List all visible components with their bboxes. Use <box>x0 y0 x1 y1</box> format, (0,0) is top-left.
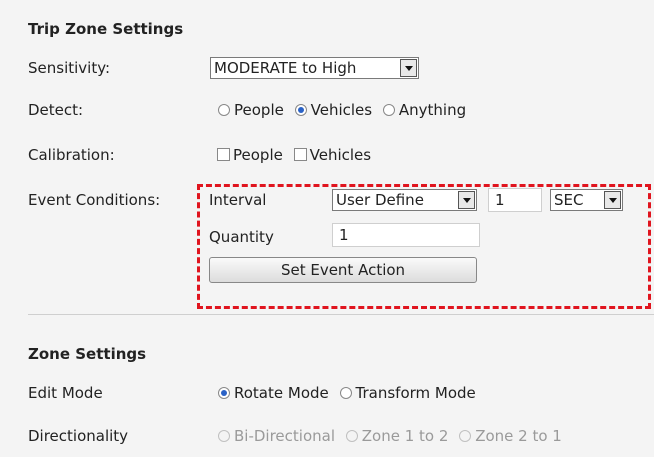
checkbox-icon[interactable] <box>217 148 230 161</box>
interval-value-input[interactable]: 1 <box>488 188 542 212</box>
directionality-option-bi: Bi-Directional <box>218 427 335 445</box>
detect-option-people[interactable]: People <box>218 101 284 119</box>
event-conditions-label: Event Conditions: <box>28 191 161 209</box>
section-title-trip-zone: Trip Zone Settings <box>28 20 184 38</box>
calibration-option-people[interactable]: People <box>217 146 283 164</box>
interval-mode-select[interactable]: User Define <box>332 189 477 211</box>
set-event-action-button[interactable]: Set Event Action <box>209 257 477 283</box>
detect-options: People Vehicles Anything <box>218 101 472 119</box>
quantity-input[interactable]: 1 <box>332 223 480 247</box>
dropdown-arrow-icon[interactable] <box>604 191 621 209</box>
calibration-options: People Vehicles <box>217 146 377 164</box>
edit-mode-option-rotate[interactable]: Rotate Mode <box>218 384 329 402</box>
edit-mode-label: Edit Mode <box>28 384 103 402</box>
sensitivity-value: MODERATE to High <box>214 59 357 77</box>
sensitivity-select[interactable]: MODERATE to High <box>210 57 419 79</box>
divider <box>28 314 654 315</box>
dropdown-arrow-icon[interactable] <box>458 191 475 209</box>
calibration-label: Calibration: <box>28 146 115 164</box>
directionality-label: Directionality <box>28 427 129 445</box>
section-title-zone-settings: Zone Settings <box>28 345 147 363</box>
edit-mode-options: Rotate Mode Transform Mode <box>218 384 482 402</box>
interval-unit-value: SEC <box>554 191 584 209</box>
radio-icon[interactable] <box>218 104 230 116</box>
detect-option-vehicles[interactable]: Vehicles <box>294 101 372 119</box>
radio-icon[interactable] <box>339 387 352 399</box>
edit-mode-option-transform[interactable]: Transform Mode <box>339 384 476 402</box>
checkbox-icon[interactable] <box>293 148 307 161</box>
dropdown-arrow-icon[interactable] <box>400 59 417 77</box>
interval-mode-value: User Define <box>336 191 424 209</box>
directionality-option-1to2: Zone 1 to 2 <box>345 427 448 445</box>
directionality-options: Bi-Directional Zone 1 to 2 Zone 2 to 1 <box>218 427 568 445</box>
radio-icon[interactable] <box>382 104 395 116</box>
radio-selected-icon[interactable] <box>294 104 307 116</box>
interval-label: Interval <box>209 191 267 209</box>
radio-icon <box>459 430 472 442</box>
directionality-option-2to1: Zone 2 to 1 <box>459 427 562 445</box>
calibration-option-vehicles[interactable]: Vehicles <box>293 146 371 164</box>
detect-option-anything[interactable]: Anything <box>382 101 466 119</box>
interval-unit-select[interactable]: SEC <box>550 189 623 211</box>
detect-label: Detect: <box>28 101 84 119</box>
radio-icon <box>218 430 230 442</box>
sensitivity-label: Sensitivity: <box>28 59 111 77</box>
quantity-label: Quantity <box>209 228 274 246</box>
radio-selected-icon[interactable] <box>218 387 230 399</box>
radio-icon <box>345 430 358 442</box>
